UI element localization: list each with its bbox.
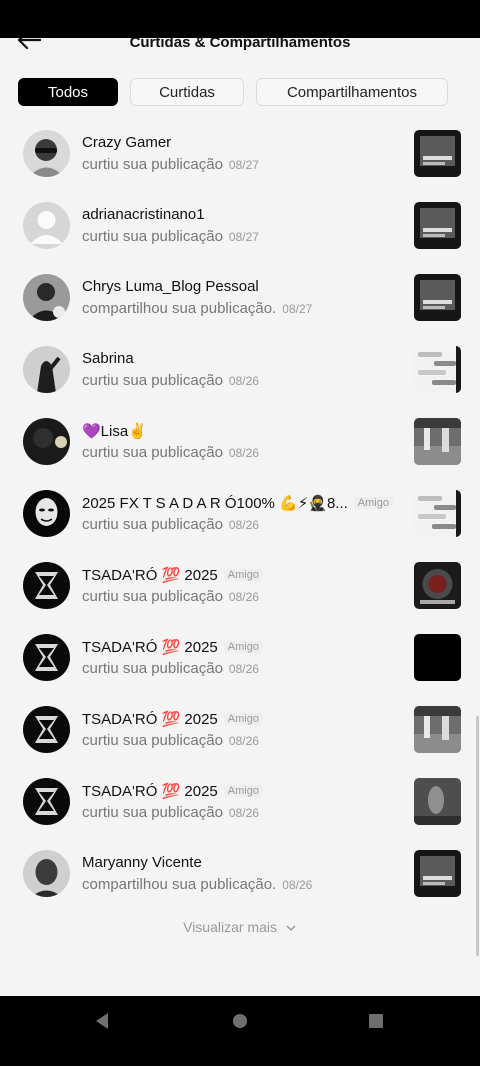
- view-more-label: Visualizar mais: [183, 919, 277, 935]
- avatar[interactable]: [23, 346, 70, 393]
- user-name[interactable]: TSADA'RÓ 💯 2025 Amigo: [82, 566, 263, 584]
- activity-list: Crazy Gamer curtiu sua publicação 08/27 a…: [0, 130, 480, 922]
- list-item[interactable]: Chrys Luma_Blog Pessoal compartilhou sua…: [0, 274, 480, 346]
- date-label: 08/26: [228, 446, 259, 460]
- action-text: curtiu sua publicação 08/26: [82, 804, 259, 821]
- post-thumbnail[interactable]: [414, 346, 461, 393]
- friend-badge: Amigo: [223, 713, 263, 725]
- view-more-button[interactable]: Visualizar mais: [0, 919, 480, 935]
- post-thumbnail[interactable]: [414, 562, 461, 609]
- avatar[interactable]: [23, 418, 70, 465]
- date-label: 08/26: [228, 734, 259, 748]
- status-bar: [0, 0, 480, 38]
- list-item[interactable]: TSADA'RÓ 💯 2025 Amigo curtiu sua publicaç…: [0, 634, 480, 706]
- action-text: compartilhou sua publicação. 08/26: [82, 876, 313, 893]
- date-label: 08/27: [282, 302, 313, 316]
- action-text: curtiu sua publicação 08/26: [82, 444, 259, 461]
- avatar[interactable]: [23, 490, 70, 537]
- user-name[interactable]: Maryanny Vicente: [82, 854, 202, 871]
- system-nav-bar: [0, 996, 480, 1066]
- friend-badge: Amigo: [223, 785, 263, 797]
- user-name[interactable]: Sabrina: [82, 350, 134, 367]
- action-text: curtiu sua publicação 08/27: [82, 228, 259, 245]
- action-text: curtiu sua publicação 08/26: [82, 660, 259, 677]
- page-title: Curtidas & Compartilhamentos: [129, 38, 351, 51]
- nav-recents-icon[interactable]: [368, 1012, 384, 1030]
- avatar[interactable]: [23, 562, 70, 609]
- scrollbar[interactable]: [476, 716, 479, 956]
- avatar[interactable]: [23, 130, 70, 177]
- user-name[interactable]: TSADA'RÓ 💯 2025 Amigo: [82, 782, 263, 800]
- nav-home-icon[interactable]: [231, 1012, 249, 1030]
- date-label: 08/26: [228, 806, 259, 820]
- list-item[interactable]: 💜Lisa✌️ curtiu sua publicação 08/26: [0, 418, 480, 490]
- list-item[interactable]: 2025 FX T S A D A R Ó100% 💪⚡🥷8... Amigo c…: [0, 490, 480, 562]
- action-text: curtiu sua publicação 08/27: [82, 156, 259, 173]
- tab-curtidas[interactable]: Curtidas: [130, 78, 244, 106]
- avatar[interactable]: [23, 274, 70, 321]
- filter-tabs: Todos Curtidas Compartilhamentos: [18, 78, 448, 106]
- date-label: 08/26: [228, 662, 259, 676]
- date-label: 08/26: [228, 590, 259, 604]
- list-item[interactable]: TSADA'RÓ 💯 2025 Amigo curtiu sua publicaç…: [0, 778, 480, 850]
- tab-todos[interactable]: Todos: [18, 78, 118, 106]
- nav-back-icon[interactable]: [94, 1012, 110, 1030]
- action-text: compartilhou sua publicação. 08/27: [82, 300, 313, 317]
- list-item[interactable]: TSADA'RÓ 💯 2025 Amigo curtiu sua publicaç…: [0, 706, 480, 778]
- chevron-down-icon: [286, 925, 296, 932]
- action-text: curtiu sua publicação 08/26: [82, 732, 259, 749]
- date-label: 08/27: [228, 158, 259, 172]
- friend-badge: Amigo: [353, 497, 393, 509]
- action-text: curtiu sua publicação 08/26: [82, 588, 259, 605]
- post-thumbnail[interactable]: [414, 418, 461, 465]
- user-name[interactable]: adrianacristinano1: [82, 206, 205, 223]
- avatar[interactable]: [23, 706, 70, 753]
- list-item[interactable]: adrianacristinano1 curtiu sua publicação…: [0, 202, 480, 274]
- date-label: 08/26: [228, 374, 259, 388]
- header: Curtidas & Compartilhamentos: [0, 38, 480, 52]
- date-label: 08/27: [228, 230, 259, 244]
- date-label: 08/26: [282, 878, 313, 892]
- post-thumbnail[interactable]: [414, 634, 461, 681]
- user-name[interactable]: 💜Lisa✌️: [82, 422, 147, 440]
- post-thumbnail[interactable]: [414, 130, 461, 177]
- post-thumbnail[interactable]: [414, 202, 461, 249]
- avatar[interactable]: [23, 778, 70, 825]
- user-name[interactable]: Chrys Luma_Blog Pessoal: [82, 278, 259, 295]
- post-thumbnail[interactable]: [414, 850, 461, 897]
- post-thumbnail[interactable]: [414, 490, 461, 537]
- avatar[interactable]: [23, 202, 70, 249]
- post-thumbnail[interactable]: [414, 274, 461, 321]
- action-text: curtiu sua publicação 08/26: [82, 372, 259, 389]
- list-item[interactable]: TSADA'RÓ 💯 2025 Amigo curtiu sua publicaç…: [0, 562, 480, 634]
- tab-compartilhamentos[interactable]: Compartilhamentos: [256, 78, 448, 106]
- post-thumbnail[interactable]: [414, 706, 461, 753]
- user-name[interactable]: TSADA'RÓ 💯 2025 Amigo: [82, 638, 263, 656]
- user-name[interactable]: 2025 FX T S A D A R Ó100% 💪⚡🥷8... Amigo: [82, 494, 393, 512]
- list-item[interactable]: Sabrina curtiu sua publicação 08/26: [0, 346, 480, 418]
- post-thumbnail[interactable]: [414, 778, 461, 825]
- user-name[interactable]: TSADA'RÓ 💯 2025 Amigo: [82, 710, 263, 728]
- action-text: curtiu sua publicação 08/26: [82, 516, 259, 533]
- likes-shares-screen: Curtidas & Compartilhamentos Todos Curti…: [0, 38, 480, 996]
- user-name[interactable]: Crazy Gamer: [82, 134, 171, 151]
- friend-badge: Amigo: [223, 641, 263, 653]
- avatar[interactable]: [23, 850, 70, 897]
- avatar[interactable]: [23, 634, 70, 681]
- list-item[interactable]: Maryanny Vicente compartilhou sua public…: [0, 850, 480, 922]
- date-label: 08/26: [228, 518, 259, 532]
- list-item[interactable]: Crazy Gamer curtiu sua publicação 08/27: [0, 130, 480, 202]
- friend-badge: Amigo: [223, 569, 263, 581]
